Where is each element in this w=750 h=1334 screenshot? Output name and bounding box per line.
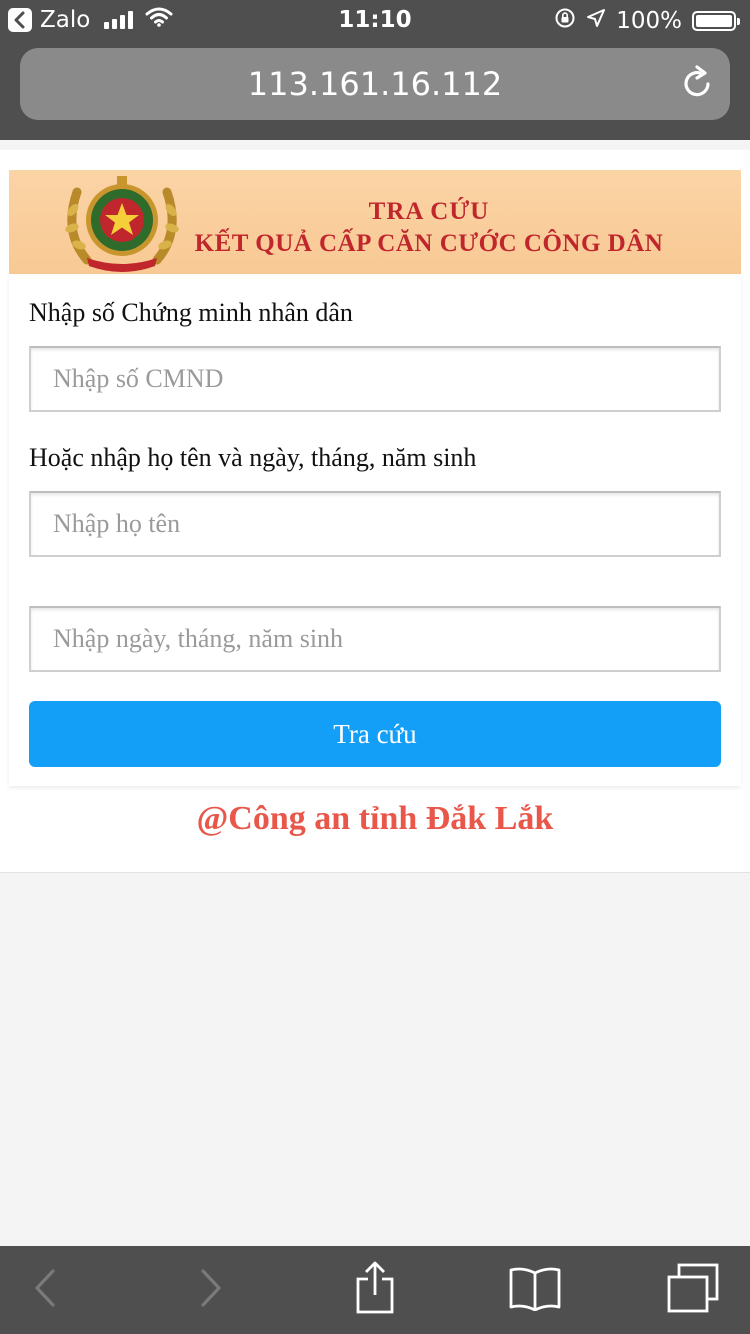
full-name-input[interactable]	[29, 491, 721, 557]
share-button[interactable]	[330, 1246, 420, 1334]
share-icon	[355, 1261, 395, 1320]
name-dob-label: Hoặc nhập họ tên và ngày, tháng, năm sin…	[29, 443, 477, 472]
chevron-left-icon	[33, 1268, 57, 1313]
rotation-lock-icon	[554, 7, 576, 35]
reload-icon[interactable]	[680, 64, 716, 107]
url-text[interactable]: 113.161.16.112	[20, 65, 730, 103]
status-bar: Zalo 11:10 100%	[0, 0, 750, 42]
id-number-input[interactable]	[29, 346, 721, 412]
police-emblem-icon	[57, 170, 187, 274]
footer-credit: @Công an tỉnh Đắk Lắk	[196, 800, 554, 837]
web-page: TRA CỨU KẾT QUẢ CẤP CĂN CƯỚC CÔNG DÂN Nh…	[0, 150, 750, 873]
browser-top-chrome: Zalo 11:10 100% 113.161.16.112	[0, 0, 750, 140]
lookup-form: Nhập số Chứng minh nhân dân Hoặc nhập họ…	[9, 274, 741, 786]
header-banner: TRA CỨU KẾT QUẢ CẤP CĂN CƯỚC CÔNG DÂN	[9, 170, 741, 274]
bookmarks-button[interactable]	[490, 1246, 580, 1334]
battery-icon	[692, 11, 740, 31]
book-icon	[509, 1265, 561, 1316]
search-button[interactable]: Tra cứu	[29, 701, 721, 767]
back-button[interactable]	[0, 1246, 90, 1334]
browser-toolbar	[0, 1246, 750, 1334]
banner-title-line2: KẾT QUẢ CẤP CĂN CƯỚC CÔNG DÂN	[194, 230, 664, 257]
battery-percent: 100%	[616, 8, 682, 34]
date-of-birth-input[interactable]	[29, 606, 721, 672]
location-arrow-icon	[586, 8, 606, 34]
chevron-right-icon	[199, 1268, 223, 1313]
id-number-label: Nhập số Chứng minh nhân dân	[29, 298, 353, 327]
forward-button[interactable]	[166, 1246, 256, 1334]
status-right: 100%	[554, 7, 740, 35]
tabs-icon	[667, 1263, 719, 1318]
tabs-button[interactable]	[648, 1246, 738, 1334]
banner-title-line1: TRA CỨU	[368, 198, 490, 225]
address-bar[interactable]: 113.161.16.112	[20, 48, 730, 120]
